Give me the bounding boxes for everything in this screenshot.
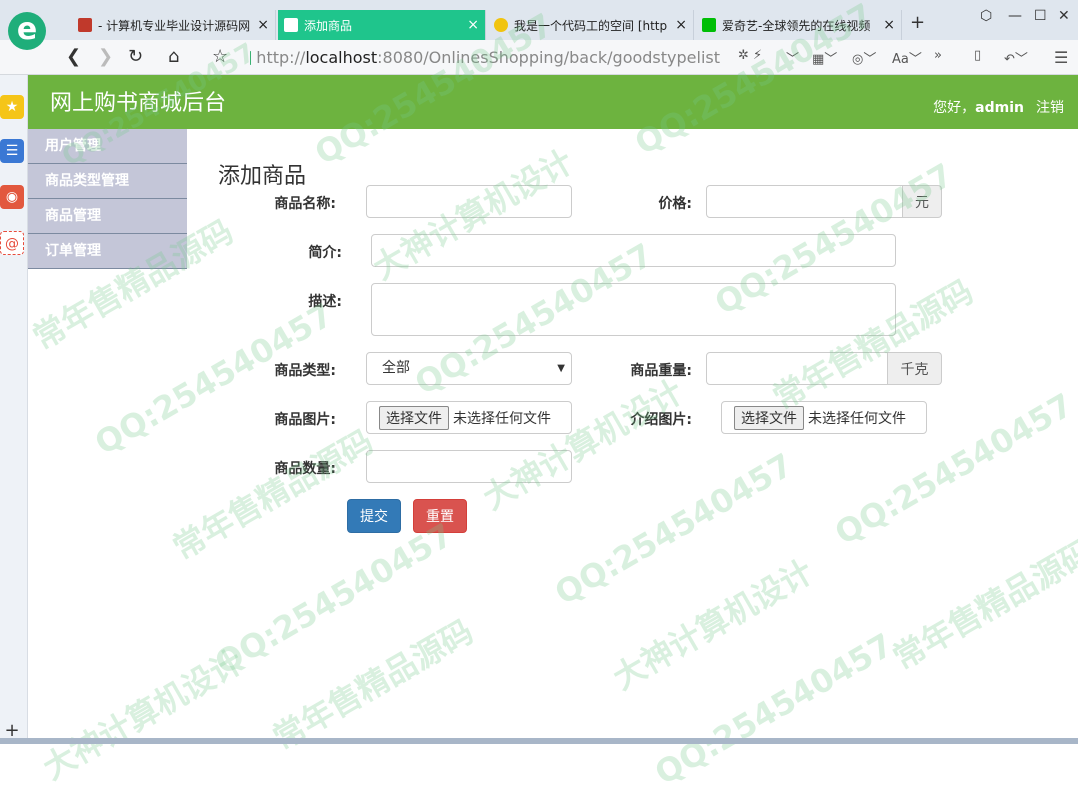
- file-status: 未选择任何文件: [808, 408, 906, 428]
- iqiyi-favicon-icon: [702, 18, 716, 32]
- weight-input[interactable]: [706, 352, 888, 385]
- watermark-qq: QQ:254540457: [648, 626, 899, 792]
- watermark-qq: QQ:254540457: [548, 446, 799, 613]
- welcome-text: 您好，admin: [933, 97, 1024, 117]
- weibo-icon[interactable]: ◉: [0, 185, 24, 209]
- browser-sidebar: ★ ☰ ◉ @ +: [0, 75, 28, 744]
- close-icon[interactable]: ×: [257, 17, 269, 33]
- browser-tab-source-site[interactable]: - 计算机专业毕业设计源码网 ×: [72, 10, 276, 40]
- watermark-slogan: 大神计算机设计: [34, 637, 251, 789]
- weight-label: 商品重量:: [614, 360, 692, 380]
- tab-title: 添加商品: [304, 17, 461, 34]
- home-icon[interactable]: ⌂: [168, 46, 179, 67]
- quantity-label: 商品数量:: [260, 458, 336, 478]
- sidebar-item-products[interactable]: 商品管理: [28, 199, 187, 234]
- price-label: 价格:: [640, 193, 692, 213]
- star-favicon-icon: [494, 18, 508, 32]
- quantity-input[interactable]: [366, 450, 572, 483]
- dropdown-icon[interactable]: ﹀: [786, 48, 799, 67]
- logout-link[interactable]: 注销: [1036, 97, 1064, 117]
- username: admin: [975, 100, 1024, 116]
- translate-icon[interactable]: ◎﹀: [852, 48, 876, 67]
- weight-unit: 千克: [888, 352, 942, 385]
- close-icon[interactable]: ×: [467, 17, 479, 33]
- product-name-input[interactable]: [366, 185, 572, 218]
- choose-file-button[interactable]: 选择文件: [379, 406, 449, 430]
- mail-icon[interactable]: @: [0, 231, 24, 255]
- description-label: 描述:: [290, 291, 342, 311]
- watermark-slogan: 常年售精品源码: [884, 527, 1078, 679]
- url-field[interactable]: http://localhost:8080/OnlinesShopping/ba…: [250, 45, 720, 70]
- page-favicon-icon: [284, 18, 298, 32]
- url-text: http://localhost:8080/OnlinesShopping/ba…: [256, 48, 720, 67]
- menu-icon[interactable]: ☰: [1054, 48, 1068, 67]
- file-status: 未选择任何文件: [453, 408, 551, 428]
- intro-label: 简介:: [290, 242, 342, 262]
- browser-logo-icon: e: [8, 12, 46, 50]
- product-image-label: 商品图片:: [260, 409, 336, 429]
- sidebar-item-users[interactable]: 用户管理: [28, 129, 187, 164]
- new-tab-button[interactable]: +: [910, 12, 925, 33]
- description-textarea[interactable]: [371, 283, 896, 336]
- sidebar-item-orders[interactable]: 订单管理: [28, 234, 187, 269]
- apps-icon[interactable]: ▦﹀: [812, 48, 837, 67]
- forward-icon[interactable]: ❯: [98, 46, 113, 67]
- address-bar: ❮ ❯ ↻ ⌂ ☆ http://localhost:8080/OnlinesS…: [0, 40, 1078, 75]
- watermark-slogan: 大神计算机设计: [604, 547, 821, 699]
- intro-input[interactable]: [371, 234, 896, 267]
- browser-tab-bar: - 计算机专业毕业设计源码网 × 添加商品 × 我是一个代码工的空间 [http…: [0, 0, 1078, 40]
- favorite-star-icon[interactable]: ☆: [212, 46, 228, 67]
- phone-icon[interactable]: ▯: [974, 48, 981, 63]
- intro-image-file-input[interactable]: 选择文件 未选择任何文件: [721, 401, 927, 434]
- font-icon[interactable]: Aa﹀: [892, 48, 922, 67]
- tab-title: 爱奇艺-全球领先的在线视频: [722, 17, 877, 34]
- browser-tab-code-space[interactable]: 我是一个代码工的空间 [http ×: [488, 10, 694, 40]
- skin-icon[interactable]: ⬡: [980, 8, 992, 24]
- product-type-label: 商品类型:: [260, 360, 336, 380]
- window-close-icon[interactable]: ✕: [1058, 8, 1070, 24]
- favorites-star-icon[interactable]: ★: [0, 95, 24, 119]
- app-header: 网上购书商城后台 您好，admin 注销: [28, 75, 1078, 129]
- site-favicon-icon: [78, 18, 92, 32]
- close-icon[interactable]: ×: [883, 17, 895, 33]
- reload-icon[interactable]: ↻: [128, 46, 143, 67]
- minimize-icon[interactable]: —: [1008, 8, 1022, 24]
- price-input[interactable]: [706, 185, 903, 218]
- taskbar: [0, 738, 1078, 744]
- price-unit: 元: [903, 185, 942, 218]
- sidebar-item-product-types[interactable]: 商品类型管理: [28, 164, 187, 199]
- news-icon[interactable]: ☰: [0, 139, 24, 163]
- admin-sidebar: 用户管理 商品类型管理 商品管理 订单管理: [28, 129, 187, 269]
- submit-button[interactable]: 提交: [347, 499, 401, 533]
- intro-image-label: 介绍图片:: [614, 409, 692, 429]
- reset-button[interactable]: 重置: [413, 499, 467, 533]
- extension-icon[interactable]: ✲ ⚡: [738, 48, 762, 63]
- product-type-select[interactable]: 全部 ▼: [366, 352, 572, 385]
- more-arrows-icon[interactable]: »: [934, 48, 942, 63]
- browser-tab-add-product[interactable]: 添加商品 ×: [278, 10, 486, 40]
- undo-icon[interactable]: ↶﹀: [1004, 48, 1028, 67]
- watermark-slogan: 常年售精品源码: [264, 607, 481, 759]
- browser-tab-iqiyi[interactable]: 爱奇艺-全球领先的在线视频 ×: [696, 10, 902, 40]
- maximize-icon[interactable]: ☐: [1034, 8, 1047, 24]
- page-title: 添加商品: [218, 158, 306, 190]
- close-icon[interactable]: ×: [675, 17, 687, 33]
- tab-title: - 计算机专业毕业设计源码网: [98, 17, 251, 34]
- chevron-down-icon: ▼: [557, 353, 565, 384]
- watermark-qq: QQ:254540457: [208, 516, 459, 683]
- choose-file-button[interactable]: 选择文件: [734, 406, 804, 430]
- product-image-file-input[interactable]: 选择文件 未选择任何文件: [366, 401, 572, 434]
- product-type-value: 全部: [382, 360, 410, 376]
- product-name-label: 商品名称:: [260, 193, 336, 213]
- watermark-slogan: 大神计算机设计: [474, 367, 691, 519]
- back-icon[interactable]: ❮: [66, 46, 81, 67]
- app-title: 网上购书商城后台: [50, 85, 226, 117]
- tab-title: 我是一个代码工的空间 [http: [514, 17, 669, 34]
- watermark-slogan: 常年售精品源码: [164, 417, 381, 569]
